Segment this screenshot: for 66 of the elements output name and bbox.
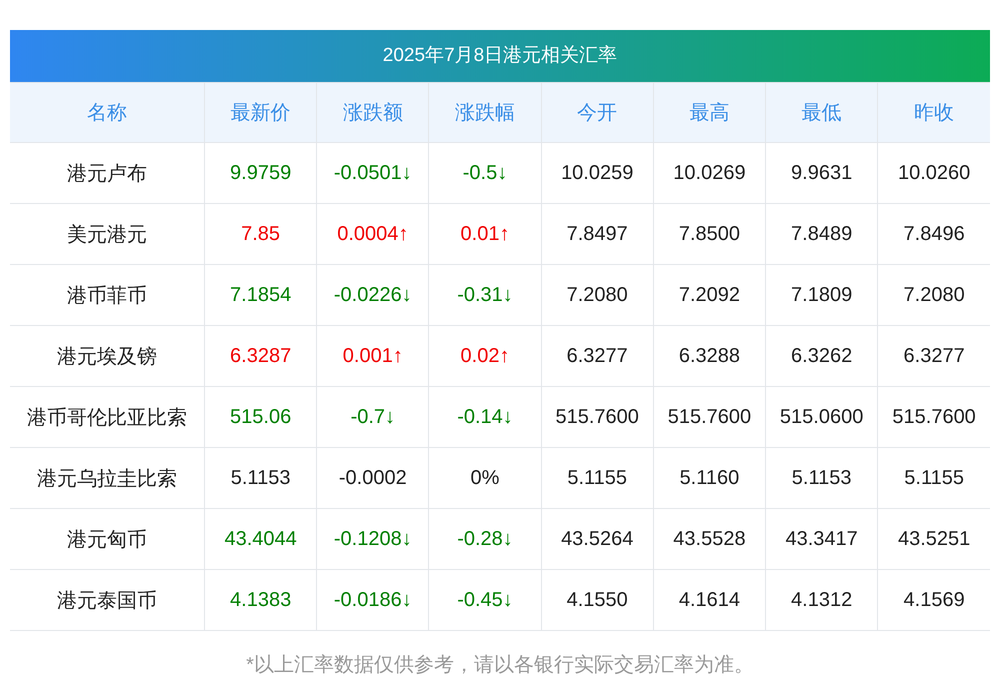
rate-cell: 4.1550 — [541, 570, 654, 630]
currency-pair-cell: 港币菲币 — [10, 264, 204, 326]
rate-cell: 6.3288 — [653, 326, 766, 386]
currency-pair-cell: 港元泰国币 — [10, 570, 204, 630]
column-header: 名称 — [10, 82, 204, 142]
rate-cell: 43.5528 — [653, 508, 766, 570]
rate-cell: 7.1809 — [766, 264, 878, 326]
rate-cell: -0.0501↓ — [316, 142, 429, 204]
rate-cell: 5.1153 — [204, 448, 317, 508]
rate-cell: -0.5↓ — [428, 142, 542, 204]
rate-cell: 515.06 — [204, 386, 317, 448]
rate-cell: -0.0186↓ — [316, 570, 429, 630]
rate-cell: -0.0002 — [316, 448, 429, 508]
rate-cell: -0.45↓ — [428, 570, 542, 630]
currency-pair-cell: 港元乌拉圭比索 — [10, 448, 204, 508]
rate-cell: 43.3417 — [766, 508, 878, 570]
rate-cell: 7.85 — [204, 204, 317, 264]
currency-pair-cell: 港元匈币 — [10, 508, 204, 570]
column-header: 最高 — [653, 82, 766, 142]
currency-pair-cell: 港元卢布 — [10, 142, 204, 204]
rate-cell: 0.0004↑ — [316, 204, 429, 264]
rate-cell: -0.14↓ — [428, 386, 542, 448]
disclaimer-note: *以上汇率数据仅供参考，请以各银行实际交易汇率为准。 — [245, 653, 755, 678]
column-header: 涨跌额 — [316, 82, 429, 142]
rate-cell: 7.8500 — [653, 204, 766, 264]
rate-cell: 9.9631 — [766, 142, 878, 204]
rate-cell: -0.1208↓ — [316, 508, 429, 570]
rate-cell: 0.001↑ — [316, 326, 429, 386]
column-header: 最新价 — [204, 82, 317, 142]
rate-cell: 5.1160 — [653, 448, 766, 508]
rate-cell: 5.1155 — [541, 448, 654, 508]
rate-cell: 9.9759 — [204, 142, 317, 204]
rate-cell: 10.0269 — [653, 142, 766, 204]
currency-pair-cell: 港币哥伦比亚比索 — [10, 386, 204, 448]
rate-cell: -0.0226↓ — [316, 264, 429, 326]
rate-cell: 515.0600 — [766, 386, 878, 448]
rate-cell: 7.2080 — [541, 264, 654, 326]
rate-cell: 7.2092 — [653, 264, 766, 326]
column-header: 最低 — [766, 82, 878, 142]
rate-cell: 515.7600 — [541, 386, 654, 448]
rate-cell: 10.0259 — [541, 142, 654, 204]
rate-cell: 0.01↑ — [428, 204, 542, 264]
rate-cell: 4.1614 — [653, 570, 766, 630]
rate-cell: -0.7↓ — [316, 386, 429, 448]
rate-cell: 43.5264 — [541, 508, 654, 570]
rate-cell: 0% — [428, 448, 542, 508]
rate-cell: 7.8489 — [766, 204, 878, 264]
rate-cell: 515.7600 — [653, 386, 766, 448]
currency-pair-cell: 美元港元 — [10, 204, 204, 264]
rate-cell: -0.31↓ — [428, 264, 542, 326]
rate-cell: 0.02↑ — [428, 326, 542, 386]
rate-cell: 43.4044 — [204, 508, 317, 570]
rate-cell: 7.1854 — [204, 264, 317, 326]
column-header: 今开 — [541, 82, 654, 142]
rate-cell: 7.8497 — [541, 204, 654, 264]
rate-cell: 5.1153 — [766, 448, 878, 508]
column-header: 昨收 — [878, 82, 990, 142]
rate-cell: 6.3262 — [766, 326, 878, 386]
rate-cell: 6.3287 — [204, 326, 317, 386]
rate-cell: 4.1383 — [204, 570, 317, 630]
rate-cell: 6.3277 — [541, 326, 654, 386]
table-title: 2025年7月8日港元相关汇率 — [10, 30, 990, 82]
rate-cell: 4.1312 — [766, 570, 878, 630]
currency-pair-cell: 港元埃及镑 — [10, 326, 204, 386]
column-header: 涨跌幅 — [428, 82, 542, 142]
rate-cell: -0.28↓ — [428, 508, 542, 570]
